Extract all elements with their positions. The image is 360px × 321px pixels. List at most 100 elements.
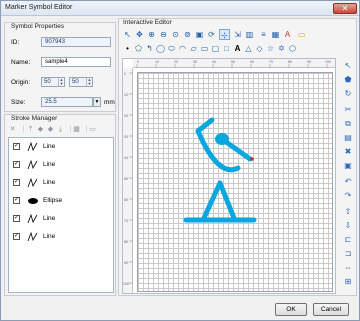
paste-icon[interactable]: ▤ xyxy=(342,132,354,144)
group-icon[interactable]: ⊞ xyxy=(342,276,354,288)
line-stroke-icon xyxy=(27,214,38,224)
move-up-icon[interactable]: ◆ xyxy=(36,125,45,134)
drawing-grid[interactable] xyxy=(137,72,333,292)
stroke-checkbox[interactable]: ✓ xyxy=(13,215,20,222)
arc-tool-icon[interactable]: ◠ xyxy=(177,43,188,54)
refresh-icon[interactable]: ⟳ xyxy=(206,29,217,40)
feed-arm-stroke[interactable] xyxy=(219,136,253,162)
rotate-icon[interactable]: ↻ xyxy=(342,88,354,100)
stroke-item[interactable]: ✓ Line xyxy=(13,178,111,188)
snap-icon[interactable]: ⇲ xyxy=(232,29,243,40)
zoom-fit-icon[interactable]: ⊙ xyxy=(170,29,181,40)
triangle-tool-icon[interactable]: △ xyxy=(243,43,254,54)
stroke-checkbox[interactable]: ✓ xyxy=(13,161,20,168)
zoom-in-icon[interactable]: ⊕ xyxy=(146,29,157,40)
stroke-item[interactable]: ✓ Line xyxy=(13,214,111,224)
close-button[interactable]: ✕ xyxy=(333,3,357,14)
chevron-down-icon: ▼ xyxy=(94,99,100,105)
ruler-tick-label: 100 xyxy=(325,60,331,64)
symbol-properties-group: Symbol Properties ID: 907943 Name: sampl… xyxy=(4,22,116,112)
left-leg-stroke[interactable] xyxy=(201,180,223,221)
text-tool-icon[interactable]: A xyxy=(232,43,243,54)
properties-icon[interactable]: ▦ xyxy=(72,125,81,134)
cut-icon[interactable]: ✂ xyxy=(342,104,354,116)
hexagon-tool-icon[interactable]: ⬡ xyxy=(287,43,298,54)
dish-back-stroke[interactable] xyxy=(195,117,215,134)
zoom-out-icon[interactable]: ⊖ xyxy=(158,29,169,40)
move-bottom-icon[interactable]: ⤓ xyxy=(56,125,65,134)
stroke-checkbox[interactable]: ✓ xyxy=(13,197,20,204)
polygon-tool-icon[interactable]: ⬠ xyxy=(133,43,144,54)
line-stroke-icon xyxy=(27,232,38,242)
copy-icon[interactable]: ⧉ xyxy=(342,118,354,130)
size-field[interactable]: 25.5 xyxy=(41,97,93,107)
marker-symbol-drawing[interactable] xyxy=(138,73,334,293)
title-bar[interactable]: Marker Symbol Editor ✕ xyxy=(1,1,359,16)
align-right-icon[interactable]: ⊐ xyxy=(342,248,354,260)
star-tool-icon[interactable]: ☆ xyxy=(265,43,276,54)
stroke-item[interactable]: ✓ Ellipse xyxy=(13,196,111,206)
ellipse-tool-icon[interactable]: ⬭ xyxy=(166,43,177,54)
square-tool-icon[interactable]: □ xyxy=(221,43,232,54)
grid-toggle-icon[interactable]: ▥ xyxy=(244,29,255,40)
ruler-tick-label: 0 xyxy=(124,72,126,76)
ruler-tick-label: 20 xyxy=(124,114,128,118)
open-folder-icon[interactable]: ▭ xyxy=(296,29,307,40)
text-color-icon[interactable]: A xyxy=(282,29,293,40)
right-leg-stroke[interactable] xyxy=(217,180,237,221)
id-field[interactable]: 907943 xyxy=(41,37,111,47)
top-ruler: 0 10 20 30 40 50 60 70 80 90 100 xyxy=(133,59,335,68)
zoom-actual-icon[interactable]: ⊚ xyxy=(182,29,193,40)
redo-icon[interactable]: ↷ xyxy=(342,190,354,202)
delete-stroke-icon[interactable]: ✕ xyxy=(8,125,17,134)
bring-forward-icon[interactable]: ⇧ xyxy=(342,206,354,218)
origin-y-arrows-icon[interactable]: ▲ ▼ xyxy=(86,78,92,86)
pointer-icon[interactable]: ↖ xyxy=(342,60,354,72)
ruler-tick-label: 40 xyxy=(124,156,128,160)
name-field[interactable]: sample4 xyxy=(41,57,111,67)
undo-icon[interactable]: ↶ xyxy=(342,176,354,188)
diamond-tool-icon[interactable]: ◇ xyxy=(254,43,265,54)
pan-icon[interactable]: ✥ xyxy=(134,29,145,40)
parallelogram-tool-icon[interactable]: ▱ xyxy=(188,43,199,54)
size-dropdown-button[interactable]: ▼ xyxy=(93,97,101,107)
stroke-checkbox[interactable]: ✓ xyxy=(13,233,20,240)
ok-button[interactable]: OK xyxy=(275,303,307,316)
point-tool-icon[interactable]: • xyxy=(122,43,133,54)
star6-tool-icon[interactable]: ✡ xyxy=(276,43,287,54)
stroke-list[interactable]: ✓ Line ✓ Line ✓ Line ✓ Ellipse ✓ Line ✓ … xyxy=(8,137,114,293)
origin-x-stepper[interactable]: 50 ▲ ▼ xyxy=(41,77,65,87)
line-width-icon[interactable]: ≡ xyxy=(258,29,269,40)
ruler-tick-label: 80 xyxy=(288,60,292,64)
cancel-button[interactable]: Cancel xyxy=(313,303,349,316)
rounded-rect-tool-icon[interactable]: ▢ xyxy=(210,43,221,54)
origin-y-stepper[interactable]: 50 ▲ ▼ xyxy=(69,77,93,87)
copy-stroke-icon[interactable]: ▭ xyxy=(88,125,97,134)
ruler-tick-label: 20 xyxy=(174,60,178,64)
delete-icon[interactable]: ✖ xyxy=(342,146,354,158)
rectangle-tool-icon[interactable]: ▭ xyxy=(199,43,210,54)
ruler-tick-label: 0 xyxy=(137,60,139,64)
move-down-icon[interactable]: ◆ xyxy=(46,125,55,134)
select-arrow-icon[interactable]: ↖ xyxy=(122,29,133,40)
origin-crosshair-icon[interactable]: ⊹ xyxy=(219,29,230,40)
polyline-tool-icon[interactable]: ↰ xyxy=(144,43,155,54)
ruler-tick-label: 60 xyxy=(250,60,254,64)
move-icon[interactable]: ⬟ xyxy=(342,74,354,86)
send-backward-icon[interactable]: ⇩ xyxy=(342,220,354,232)
name-label: Name: xyxy=(11,59,31,66)
origin-x-arrows-icon[interactable]: ▲ ▼ xyxy=(58,78,64,86)
stroke-item[interactable]: ✓ Line xyxy=(13,232,111,242)
move-top-icon[interactable]: ⤒ xyxy=(26,125,35,134)
fill-color-icon[interactable]: ▦ xyxy=(270,29,281,40)
align-left-icon[interactable]: ⊏ xyxy=(342,234,354,246)
circle-tool-icon[interactable]: ◯ xyxy=(155,43,166,54)
stroke-checkbox[interactable]: ✓ xyxy=(13,179,20,186)
flip-icon[interactable]: ⇔ xyxy=(342,262,354,274)
clone-icon[interactable]: ▣ xyxy=(342,160,354,172)
ruler-tick-label: 70 xyxy=(124,219,128,223)
stroke-item[interactable]: ✓ Line xyxy=(13,142,111,152)
stroke-checkbox[interactable]: ✓ xyxy=(13,143,20,150)
zoom-box-icon[interactable]: ▣ xyxy=(194,29,205,40)
stroke-item[interactable]: ✓ Line xyxy=(13,160,111,170)
